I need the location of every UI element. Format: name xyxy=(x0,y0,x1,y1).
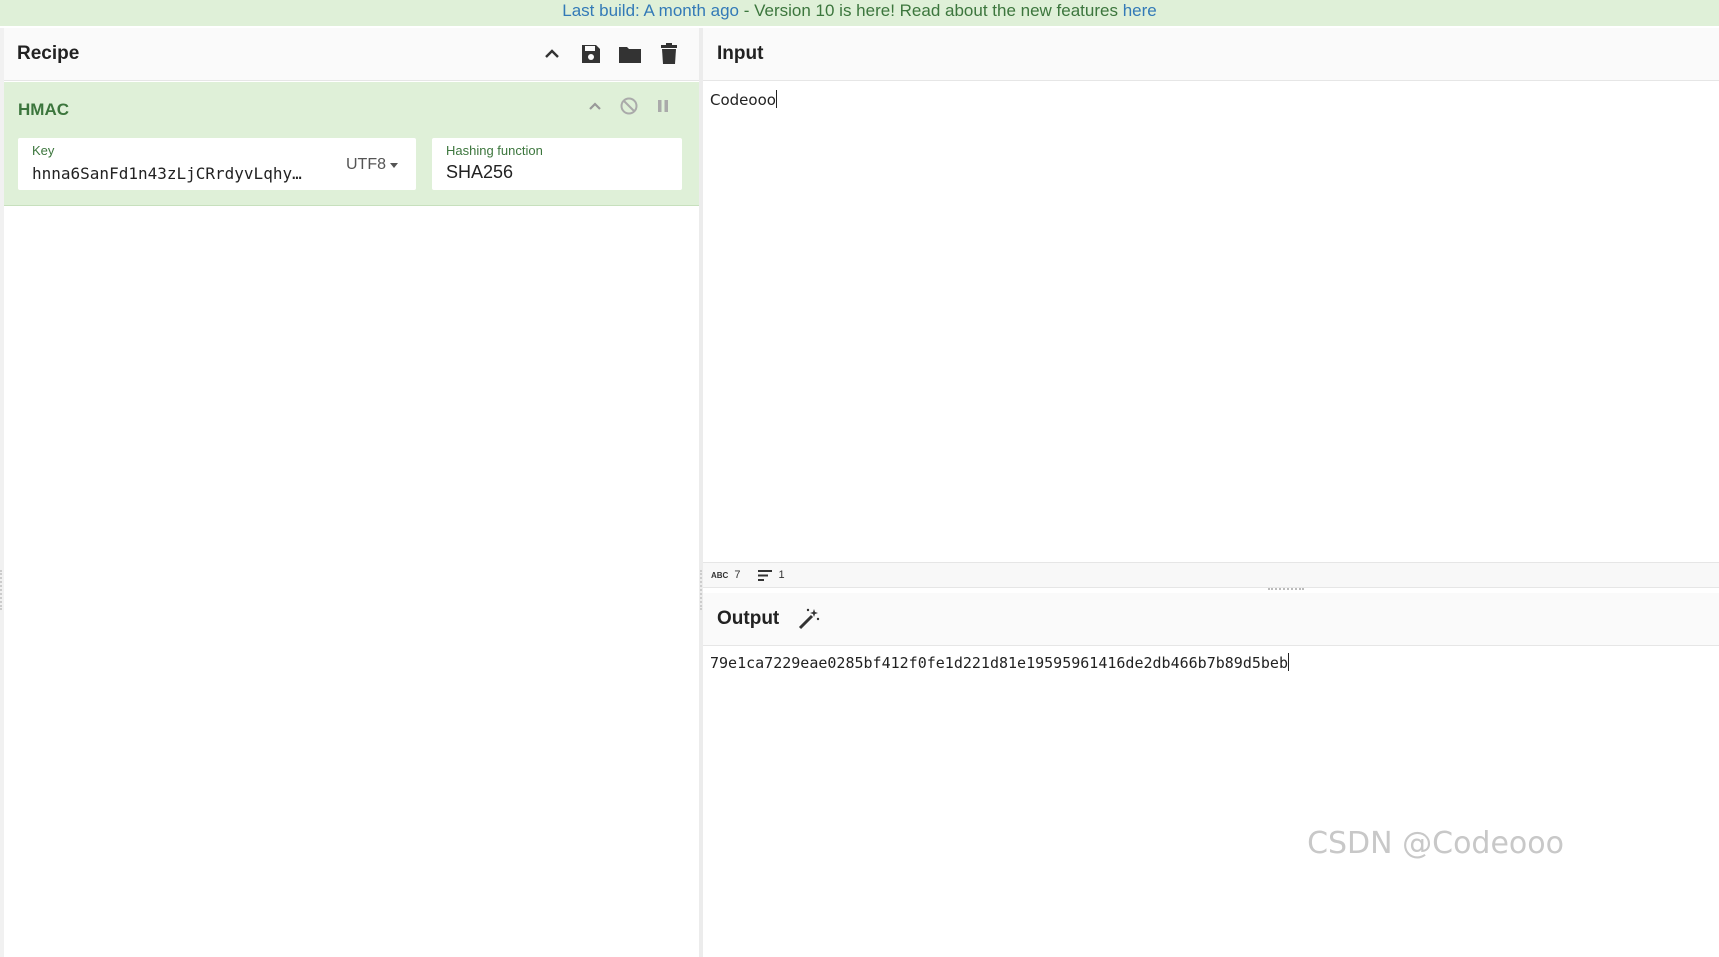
disable-icon[interactable] xyxy=(619,96,639,116)
text-cursor xyxy=(1287,653,1289,671)
hmac-operation[interactable]: HMAC Key hnna6SanFd1n43zLjCRrdyvLqhy… UT… xyxy=(4,82,699,206)
line-count: 1 xyxy=(758,569,785,581)
key-field[interactable]: Key hnna6SanFd1n43zLjCRrdyvLqhy… UTF8 xyxy=(18,138,416,190)
recipe-panel: Recipe HMAC Key hnna6SanFd1n43zLjCRrdyvL… xyxy=(4,28,699,957)
chevron-up-icon[interactable] xyxy=(585,96,605,116)
caret-down-icon xyxy=(390,162,398,168)
pause-icon[interactable] xyxy=(653,96,673,116)
chevron-up-icon[interactable] xyxy=(539,42,564,67)
key-encoding-label: UTF8 xyxy=(346,156,386,173)
key-input[interactable]: hnna6SanFd1n43zLjCRrdyvLqhy… xyxy=(32,164,322,183)
recipe-title: Recipe xyxy=(17,43,80,64)
output-textarea[interactable]: 79e1ca7229eae0285bf412f0fe1d221d81e19595… xyxy=(710,653,1289,672)
update-banner: Last build: A month ago - Version 10 is … xyxy=(0,0,1719,26)
input-status-bar: ABC 7 1 xyxy=(703,562,1719,588)
input-textarea[interactable]: Codeooo xyxy=(710,90,777,109)
lines-icon xyxy=(758,569,773,581)
char-count: ABC 7 xyxy=(711,569,740,581)
abc-icon: ABC xyxy=(711,570,729,580)
hashing-function-label: Hashing function xyxy=(446,143,543,158)
horizontal-resize-grip[interactable] xyxy=(1268,588,1304,591)
key-encoding-dropdown[interactable]: UTF8 xyxy=(346,156,398,174)
input-title: Input xyxy=(717,43,764,64)
watermark: CSDN @Codeooo xyxy=(1307,826,1564,861)
banner-text: - Version 10 is here! Read about the new… xyxy=(739,1,1123,20)
last-build-link[interactable]: Last build: A month ago xyxy=(562,1,739,20)
input-panel: Input Codeooo xyxy=(703,28,1719,588)
recipe-header: Recipe xyxy=(4,28,699,81)
hashing-function-select[interactable]: SHA256 xyxy=(446,162,513,183)
input-header: Input xyxy=(703,28,1719,81)
operation-title: HMAC xyxy=(18,100,69,119)
output-header: Output xyxy=(703,593,1719,646)
line-count-value: 1 xyxy=(778,569,785,581)
key-label: Key xyxy=(32,143,55,158)
input-value: Codeooo xyxy=(710,91,776,109)
output-value: 79e1ca7229eae0285bf412f0fe1d221d81e19595… xyxy=(710,654,1288,672)
features-link[interactable]: here xyxy=(1123,1,1157,20)
save-icon[interactable] xyxy=(578,42,603,67)
magic-wand-icon[interactable] xyxy=(797,607,821,631)
output-title: Output xyxy=(717,608,780,629)
output-panel: Output 79e1ca7229eae0285bf412f0fe1d221d8… xyxy=(703,593,1719,957)
trash-icon[interactable] xyxy=(656,42,681,67)
text-cursor xyxy=(775,90,777,108)
hashing-function-field[interactable]: Hashing function SHA256 xyxy=(432,138,682,190)
left-resize-grip[interactable] xyxy=(0,570,3,610)
char-count-value: 7 xyxy=(734,569,741,581)
folder-icon[interactable] xyxy=(617,42,642,67)
